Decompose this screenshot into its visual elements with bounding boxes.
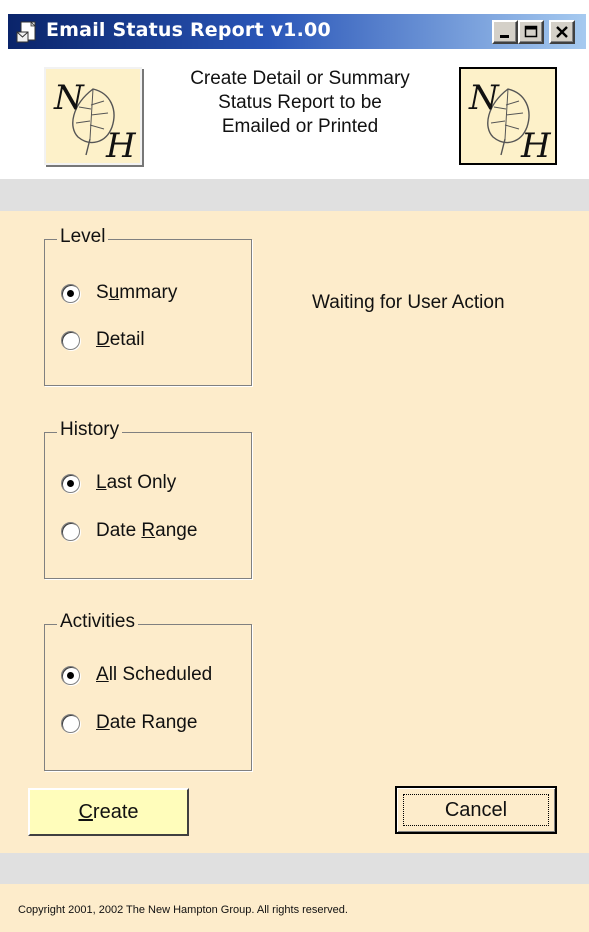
radio-activities-date-range[interactable]: Date Range [61, 709, 197, 737]
maximize-icon [524, 25, 538, 38]
header-description: Create Detail or Summary Status Report t… [160, 67, 440, 139]
maximize-button[interactable] [518, 20, 544, 44]
cancel-button-label[interactable]: Cancel [445, 799, 507, 822]
leaf-logo-image: N H [468, 78, 552, 166]
radio-history-date-range-label[interactable]: Date Range [96, 520, 197, 542]
header-panel: N H Create Detail or Summary Status Repo… [0, 49, 589, 179]
header-line: Emailed or Printed [221, 116, 379, 137]
radio-last-only-label[interactable]: Last Only [96, 472, 176, 494]
history-groupbox: History Last Only Date Range [44, 419, 252, 579]
history-legend: History [57, 419, 123, 441]
radio-all-scheduled-label[interactable]: All Scheduled [96, 664, 212, 686]
radio-button-icon[interactable] [61, 521, 80, 541]
cancel-button[interactable]: Cancel [395, 786, 557, 834]
activities-legend: Activities [57, 611, 138, 633]
leaf-logo-image: N H [53, 78, 137, 166]
header-line: Create Detail or Summary [190, 68, 410, 89]
level-legend: Level [57, 226, 109, 248]
header-line: Status Report to be [218, 92, 382, 113]
close-button[interactable] [549, 20, 575, 44]
company-logo: N H [44, 67, 142, 166]
activities-groupbox: Activities All Scheduled Date Range [44, 611, 252, 771]
logo-letter-n: N [53, 78, 85, 118]
radio-activities-date-range-label[interactable]: Date Range [96, 712, 197, 734]
logo-letter-h: H [520, 126, 552, 163]
app-icon [16, 21, 36, 43]
minimize-button[interactable] [492, 20, 518, 44]
radio-button-icon[interactable] [61, 665, 80, 685]
status-message: Waiting for User Action [312, 292, 505, 313]
radio-detail[interactable]: Detail [61, 326, 145, 354]
logo-letter-n: N [468, 78, 500, 118]
radio-selected-dot [67, 479, 74, 487]
radio-summary[interactable]: Summary [61, 279, 177, 307]
radio-last-only[interactable]: Last Only [61, 469, 176, 497]
title-bar[interactable]: Email Status Report v1.00 [8, 14, 586, 49]
radio-detail-label[interactable]: Detail [96, 329, 145, 351]
radio-button-icon[interactable] [61, 713, 80, 733]
radio-all-scheduled[interactable]: All Scheduled [61, 661, 212, 689]
logo-letter-h: H [105, 126, 137, 163]
footer: Copyright 2001, 2002 The New Hampton Gro… [0, 884, 589, 932]
create-button[interactable]: Create [28, 788, 189, 836]
radio-button-icon[interactable] [61, 473, 80, 493]
radio-button-icon[interactable] [61, 283, 80, 303]
app-window: Email Status Report v1.00 N H Create Det… [0, 0, 589, 932]
radio-history-date-range[interactable]: Date Range [61, 517, 197, 545]
radio-selected-dot [67, 289, 74, 297]
close-icon [556, 26, 568, 38]
copyright-text: Copyright 2001, 2002 The New Hampton Gro… [18, 904, 348, 916]
separator-band [0, 853, 589, 884]
separator-band [0, 179, 589, 211]
radio-summary-label[interactable]: Summary [96, 282, 177, 304]
level-groupbox: Level Summary Detail [44, 226, 252, 386]
company-logo: N H [459, 67, 557, 166]
create-button-label[interactable]: Create [78, 801, 138, 824]
radio-button-icon[interactable] [61, 330, 80, 350]
window-title: Email Status Report v1.00 [46, 19, 331, 41]
minimize-icon [500, 35, 509, 38]
radio-selected-dot [67, 671, 74, 679]
